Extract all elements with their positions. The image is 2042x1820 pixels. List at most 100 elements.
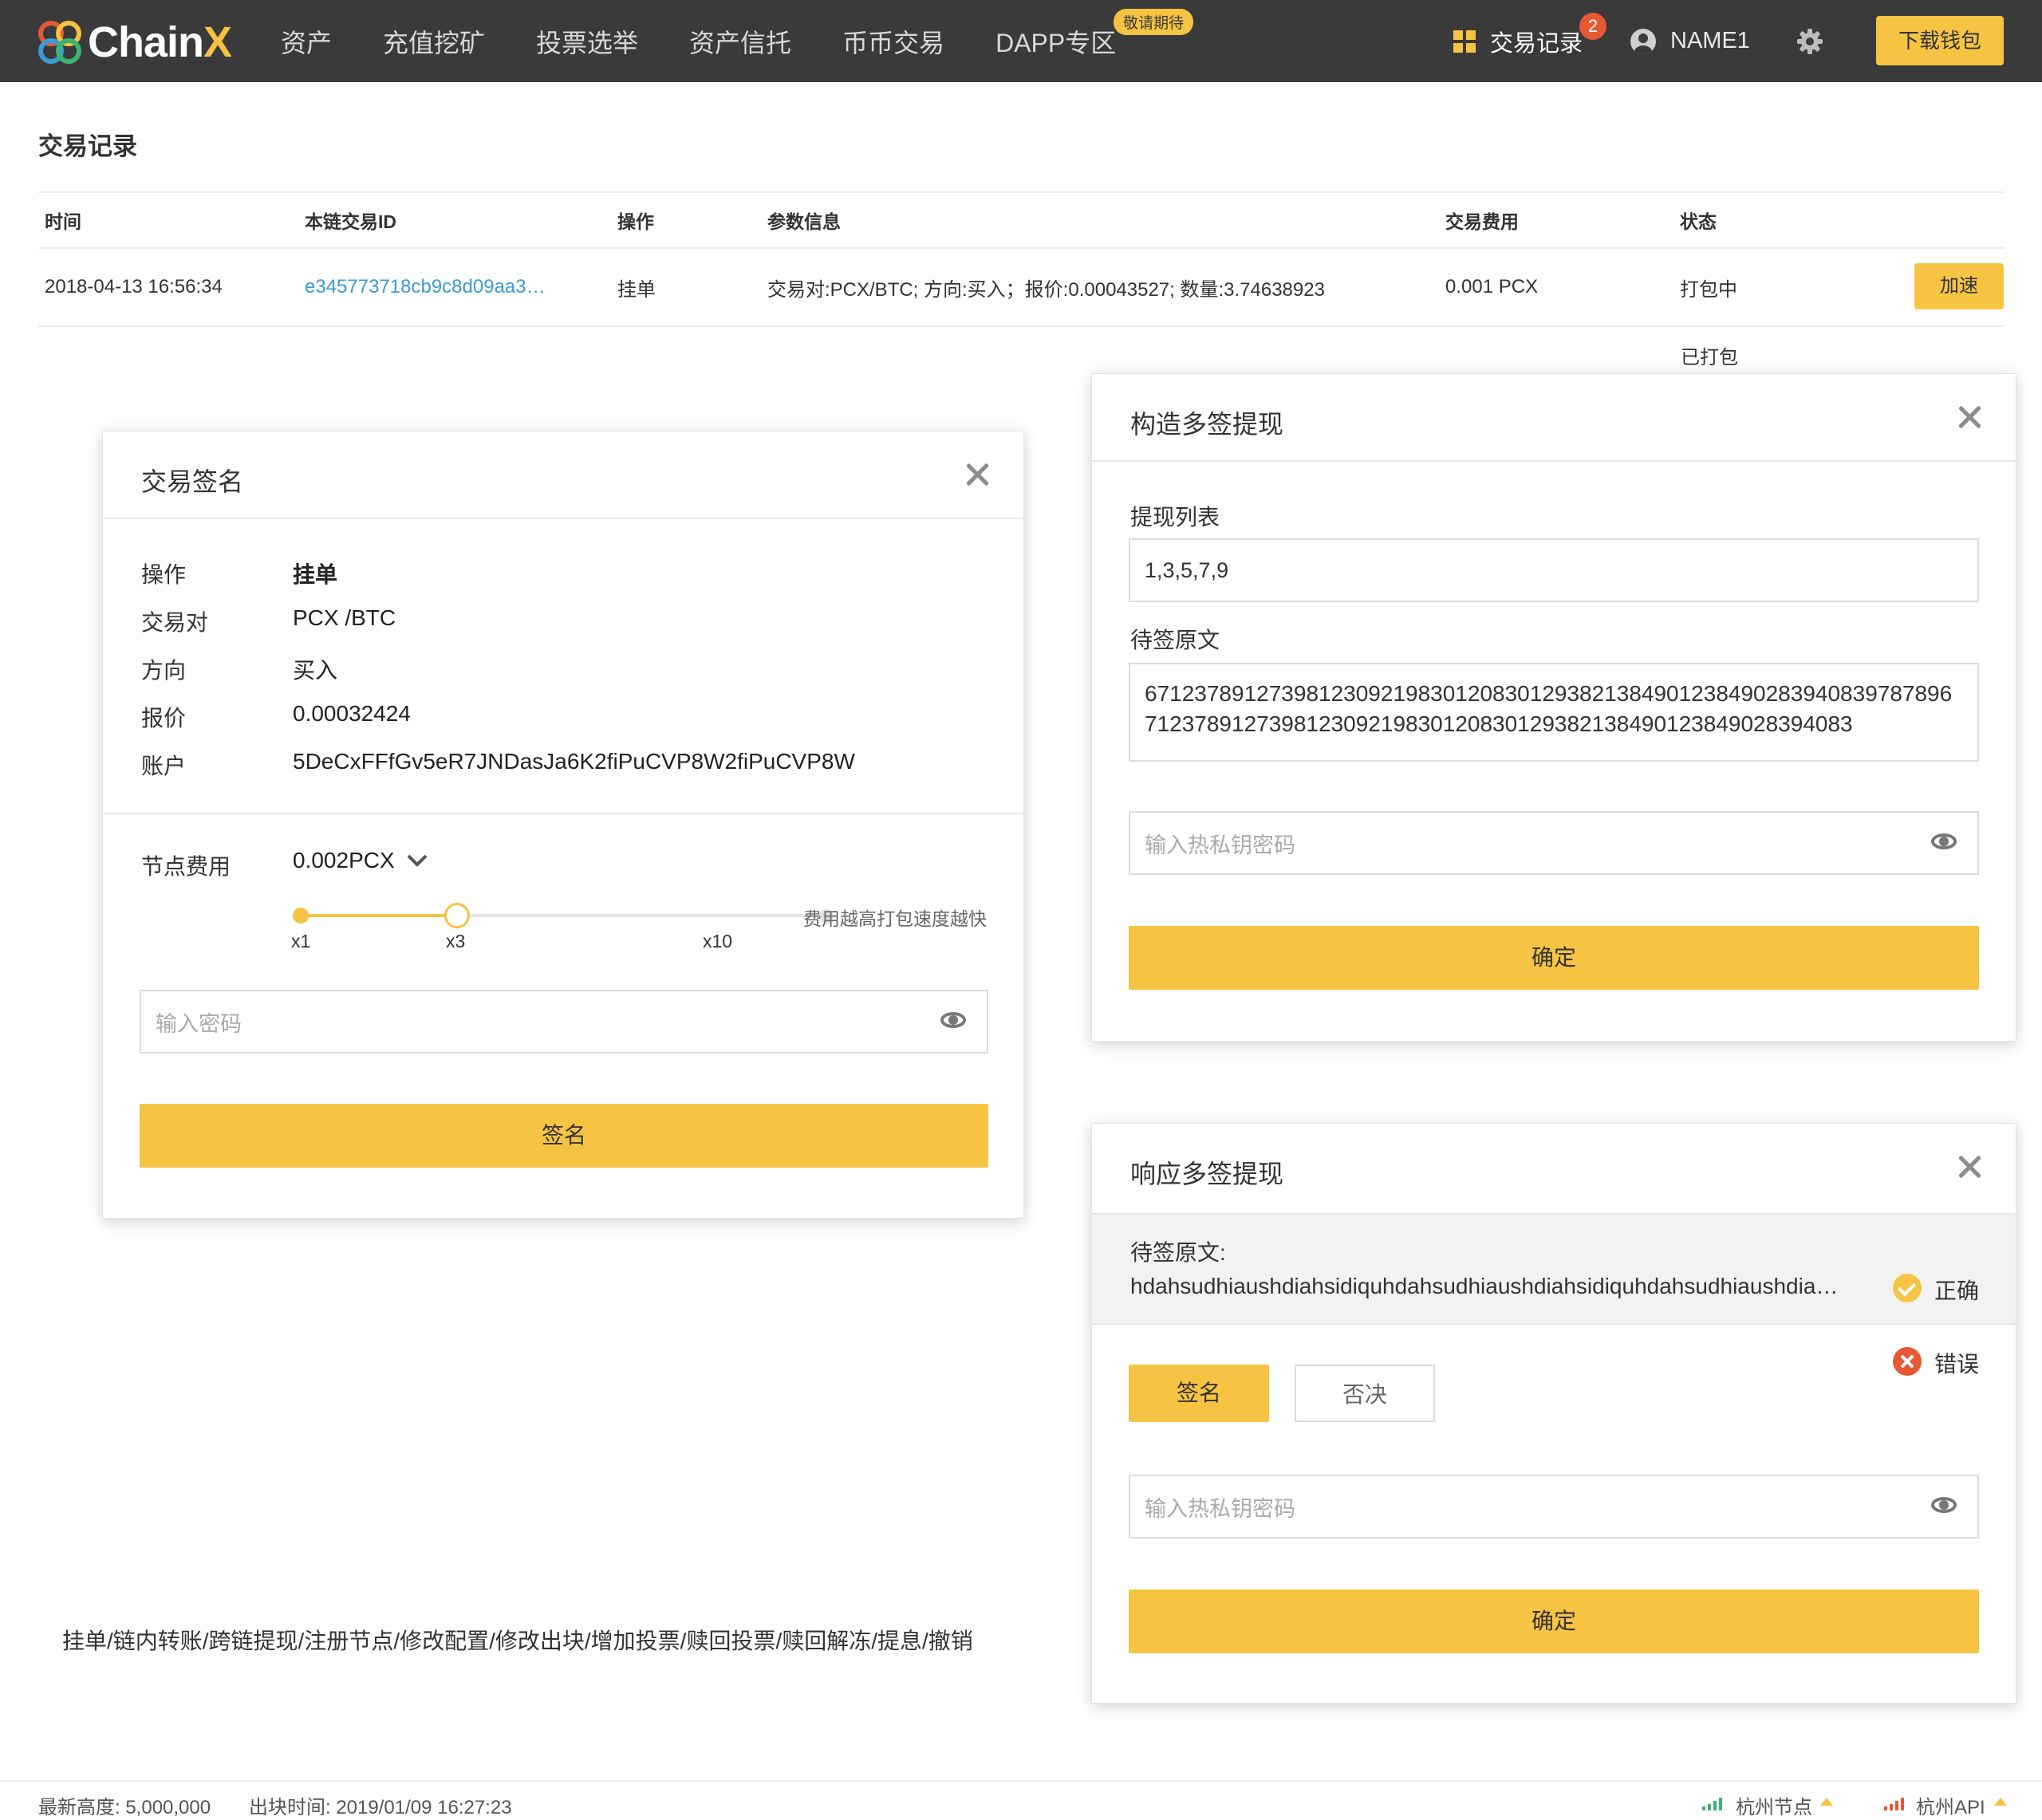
- withdraw-list-input[interactable]: 1,3,5,7,9: [1129, 538, 1979, 602]
- eye-icon[interactable]: [1931, 832, 1960, 853]
- sign-modal-title: 交易签名: [141, 467, 244, 496]
- nav-trading[interactable]: 币币交易: [842, 23, 944, 60]
- tx-records-link[interactable]: 交易记录 2: [1453, 0, 1606, 82]
- slider-dot-start: [293, 908, 309, 924]
- confirm-button[interactable]: 确定: [1129, 926, 1979, 990]
- field-value-direction: 买入: [293, 658, 338, 683]
- build-modal-header: 构造多签提现: [1092, 374, 2016, 462]
- accelerate-button[interactable]: 加速: [1914, 263, 2004, 309]
- nav-voting[interactable]: 投票选举: [536, 23, 638, 60]
- raw-text-area[interactable]: 6712378912739812309219830120830129382138…: [1129, 663, 1979, 762]
- sign-button[interactable]: 签名: [140, 1104, 988, 1168]
- withdraw-list-value: 1,3,5,7,9: [1145, 557, 1229, 582]
- gear-icon: [1797, 28, 1823, 54]
- row-tx-id-link[interactable]: e345773718cb9c8d09aa3…: [305, 249, 546, 325]
- chevron-down-icon: [407, 854, 428, 867]
- status-footer: 最新高度: 5,000,000 出块时间: 2019/01/09 16:27:2…: [0, 1780, 2042, 1820]
- close-icon[interactable]: [1955, 1152, 1984, 1181]
- table-header: 时间 本链交易ID 操作 参数信息 交易费用 状态: [38, 191, 2004, 249]
- sign-modal: 交易签名 操作 挂单 交易对 PCX /BTC 方向 买入 报价 0.00032…: [102, 431, 1024, 1219]
- fee-label: 节点费用: [141, 854, 231, 879]
- coming-soon-badge: 敬请期待: [1114, 8, 1194, 35]
- row-status: 打包中: [1680, 278, 1737, 301]
- field-label-pair: 交易对: [141, 610, 209, 635]
- page-title: 交易记录: [38, 132, 137, 160]
- field-value-op: 挂单: [293, 562, 338, 587]
- nav-dapp[interactable]: DAPP专区 敬请期待: [995, 8, 1194, 60]
- build-multisig-modal: 构造多签提现 提现列表 1,3,5,7,9 待签原文 6712378912739…: [1091, 373, 2016, 1042]
- field-label-account: 账户: [141, 754, 187, 778]
- nav-deposit-mining[interactable]: 充值挖矿: [383, 23, 485, 60]
- slider-tick-x3: x3: [446, 931, 466, 951]
- row-params: 交易对:PCX/BTC; 方向:买入；报价:0.00043527; 数量:3.7…: [767, 278, 1325, 301]
- eye-icon[interactable]: [1931, 1495, 1960, 1516]
- respond-sign-button[interactable]: 签名: [1129, 1365, 1269, 1422]
- logo-text: ChainX: [88, 18, 232, 66]
- top-navbar: ChainX 资产 充值挖矿 投票选举 资产信托 币币交易 DAPP专区 敬请期…: [0, 0, 2042, 82]
- raw-text-panel: 待签原文: hdahsudhiaushdiahsidiquhdahsudhiau…: [1092, 1213, 2016, 1325]
- raw-text-label: 待签原文: [1130, 628, 1220, 652]
- caret-up-icon[interactable]: [1820, 1798, 1833, 1806]
- hot-key-password-input[interactable]: 输入热私钥密码: [1129, 811, 1979, 875]
- logo[interactable]: ChainX: [37, 18, 232, 67]
- table-row: 2018-04-13 16:56:34 e345773718cb9c8d09aa…: [38, 249, 2004, 327]
- fee-select[interactable]: 0.002PCX: [293, 848, 428, 873]
- field-value-price: 0.00032424: [293, 701, 411, 726]
- node-label[interactable]: 杭州节点: [1736, 1791, 1812, 1819]
- password-placeholder: 输入密码: [156, 1011, 242, 1036]
- main-nav: 资产 充值挖矿 投票选举 资产信托 币币交易 DAPP专区 敬请期待: [281, 0, 1194, 82]
- row-fee: 0.001 PCX: [1445, 276, 1539, 297]
- field-label-op: 操作: [141, 562, 187, 587]
- col-tx-id: 本链交易ID: [305, 211, 396, 232]
- respond-raw-value: hdahsudhiaushdiahsidiquhdahsudhiaushdiah…: [1130, 1274, 1839, 1298]
- error-icon: [1893, 1347, 1922, 1376]
- settings-button[interactable]: [1796, 0, 1823, 82]
- password-placeholder: 输入热私钥密码: [1145, 1496, 1295, 1521]
- status-packed-alt: 已打包: [1681, 347, 1738, 368]
- user-menu[interactable]: NAME1: [1630, 0, 1750, 82]
- col-fee: 交易费用: [1445, 211, 1519, 232]
- block-time: 出块时间: 2019/01/09 16:27:23: [249, 1797, 512, 1818]
- close-icon[interactable]: [963, 460, 991, 489]
- ok-label: 正确: [1934, 1278, 1980, 1303]
- respond-confirm-button[interactable]: 确定: [1129, 1590, 1979, 1653]
- respond-multisig-modal: 响应多签提现 待签原文: hdahsudhiaushdiahsidiquhdah…: [1091, 1123, 2016, 1704]
- tx-table: 时间 本链交易ID 操作 参数信息 交易费用 状态 2018-04-13 16:…: [38, 191, 2004, 327]
- check-ok-icon: [1893, 1274, 1922, 1302]
- col-status: 状态: [1680, 211, 1717, 232]
- chainx-logo-icon: [37, 19, 83, 65]
- col-params: 参数信息: [767, 211, 841, 232]
- tx-count-badge: 2: [1579, 13, 1606, 40]
- download-wallet-button[interactable]: 下载钱包: [1876, 16, 2004, 65]
- password-input[interactable]: 输入密码: [140, 990, 988, 1054]
- slider-tick-x1: x1: [291, 931, 311, 951]
- build-modal-title: 构造多签提现: [1130, 410, 1284, 439]
- reject-button[interactable]: 否决: [1295, 1365, 1435, 1422]
- latest-height: 最新高度: 5,000,000: [38, 1797, 211, 1818]
- nav-assets[interactable]: 资产: [281, 23, 332, 60]
- field-label-direction: 方向: [141, 658, 187, 683]
- signal-green-icon: [1702, 1798, 1722, 1810]
- fee-value: 0.002PCX: [293, 848, 395, 873]
- row-op: 挂单: [617, 278, 656, 301]
- caret-up-icon[interactable]: [1994, 1798, 2007, 1806]
- user-avatar-icon: [1630, 28, 1656, 54]
- respond-password-input[interactable]: 输入热私钥密码: [1129, 1475, 1979, 1538]
- eye-icon[interactable]: [940, 1010, 969, 1031]
- field-value-account: 5DeCxFFfGv5eR7JNDasJa6K2ﬁPuCVP8W2ﬁPuCVP8…: [293, 749, 855, 774]
- nav-asset-trust[interactable]: 资产信托: [689, 23, 791, 60]
- respond-modal-header: 响应多签提现: [1092, 1124, 2016, 1211]
- grid-icon: [1453, 30, 1476, 53]
- user-name: NAME1: [1670, 28, 1750, 53]
- password-placeholder: 输入热私钥密码: [1145, 833, 1295, 857]
- slider-handle[interactable]: [444, 903, 470, 928]
- col-time: 时间: [45, 211, 81, 232]
- slider-fill: [301, 914, 457, 917]
- field-value-pair: PCX /BTC: [293, 605, 396, 630]
- error-label: 错误: [1934, 1352, 1980, 1377]
- withdraw-list-label: 提现列表: [1130, 505, 1220, 530]
- close-icon[interactable]: [1955, 403, 1984, 431]
- operations-list-text: 挂单/链内转账/跨链提现/注册节点/修改配置/修改出块/增加投票/赎回投票/赎回…: [62, 1629, 973, 1653]
- respond-modal-title: 响应多签提现: [1130, 1160, 1284, 1188]
- api-label[interactable]: 杭州API: [1916, 1791, 1985, 1819]
